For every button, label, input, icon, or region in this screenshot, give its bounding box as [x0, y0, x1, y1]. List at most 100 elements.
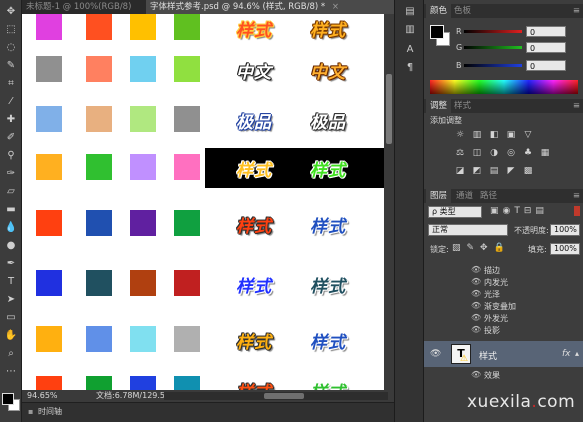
tab-swatches[interactable]: 色板: [450, 4, 475, 18]
layer-effect-item[interactable]: 外发光: [484, 313, 508, 324]
panel-menu-icon[interactable]: ≡: [573, 4, 580, 18]
adjustment-icon[interactable]: ◪: [454, 166, 466, 176]
hand-tool-icon[interactable]: ✋: [3, 328, 19, 342]
tab-styles[interactable]: 样式: [450, 99, 475, 113]
tab-paths[interactable]: 路径: [476, 189, 501, 203]
layer-effect-item[interactable]: 描边: [484, 265, 500, 276]
layer-effect-item[interactable]: 投影: [484, 325, 500, 336]
channel-b-slider[interactable]: [464, 64, 522, 67]
visibility-eye-icon[interactable]: 👁: [471, 370, 481, 379]
history-brush-tool-icon[interactable]: ✑: [3, 166, 19, 180]
adjustment-icon[interactable]: ▣: [505, 130, 517, 140]
adjustment-icon[interactable]: ◎: [505, 148, 517, 158]
blur-tool-icon[interactable]: 💧: [3, 220, 19, 234]
color-swatch: [174, 154, 200, 180]
layer-filter-icons[interactable]: ▣◉T⊟▤: [490, 206, 548, 216]
tab-adjustments[interactable]: 调整: [426, 99, 452, 113]
crop-tool-icon[interactable]: ⌗: [3, 76, 19, 90]
dodge-tool-icon[interactable]: ●: [3, 238, 19, 252]
panel-menu-icon[interactable]: ≡: [573, 189, 580, 203]
adjustment-icon[interactable]: ⚖: [454, 148, 466, 158]
adjustment-icon[interactable]: ▽: [522, 130, 534, 140]
channel-g-slider[interactable]: [464, 46, 522, 49]
layer-row-selected[interactable]: 👁 T ⚠ 样式 fx ▴: [424, 341, 583, 367]
quick-select-tool-icon[interactable]: ✎: [3, 58, 19, 72]
pen-tool-icon[interactable]: ✒: [3, 256, 19, 270]
type-tool-icon[interactable]: T: [3, 274, 19, 288]
shape-tool-icon[interactable]: ▭: [3, 310, 19, 324]
lasso-tool-icon[interactable]: ◌: [3, 40, 19, 54]
tab-font-style-reference[interactable]: 字体样式参考.psd @ 94.6% (样式, RGB/8) * ×: [146, 0, 394, 14]
layer-effect-item[interactable]: 内发光: [484, 277, 508, 288]
visibility-eye-icon[interactable]: 👁: [471, 265, 481, 274]
tab-channels[interactable]: 通道: [452, 189, 477, 203]
adjustment-icon[interactable]: ▦: [539, 148, 551, 158]
filter-toggle[interactable]: [574, 206, 580, 216]
chevron-up-icon[interactable]: ▴: [575, 349, 579, 358]
visibility-eye-icon[interactable]: 👁: [471, 325, 481, 334]
document-canvas[interactable]: 样式样式中文中文极品极品样式样式样式样式样式样式样式样式样式样式: [22, 14, 384, 390]
clone-stamp-tool-icon[interactable]: ⚲: [3, 148, 19, 162]
gradient-tool-icon[interactable]: ▬: [3, 202, 19, 216]
tab-untitled[interactable]: 未标题-1 @ 100%(RGB/8): [22, 0, 144, 14]
channel-g-value[interactable]: 0: [526, 42, 566, 53]
eyedropper-tool-icon[interactable]: ⁄: [3, 94, 19, 108]
visibility-eye-icon[interactable]: 👁: [471, 277, 481, 286]
color-swatch: [130, 56, 156, 82]
scroll-thumb[interactable]: [264, 393, 304, 399]
move-tool-icon[interactable]: ✥: [3, 4, 19, 18]
healing-brush-tool-icon[interactable]: ✚: [3, 112, 19, 126]
color-swatch: [174, 210, 200, 236]
blend-mode-select[interactable]: 正常: [428, 224, 508, 236]
history-panel-icon[interactable]: ▤: [402, 6, 418, 20]
adjustment-icon[interactable]: ◑: [488, 148, 500, 158]
foreground-color-swatch[interactable]: [2, 393, 14, 405]
close-icon[interactable]: ×: [332, 2, 339, 12]
visibility-eye-icon[interactable]: 👁: [471, 313, 481, 322]
vertical-scrollbar[interactable]: [384, 14, 394, 390]
visibility-eye-icon[interactable]: 👁: [430, 349, 441, 359]
adjustment-icon[interactable]: ◧: [488, 130, 500, 140]
scroll-thumb[interactable]: [386, 74, 392, 144]
channel-r-value[interactable]: 0: [526, 26, 566, 37]
adjustment-icon[interactable]: ♣: [522, 148, 534, 158]
channel-b-value[interactable]: 0: [526, 60, 566, 71]
tab-color[interactable]: 颜色: [426, 4, 452, 18]
adjustment-icon[interactable]: ▥: [471, 130, 483, 140]
paragraph-panel-icon[interactable]: ¶: [402, 62, 418, 76]
layer-filter-select[interactable]: ρ 类型: [428, 206, 482, 218]
marquee-tool-icon[interactable]: ⬚: [3, 22, 19, 36]
adjustment-icon[interactable]: ◫: [471, 148, 483, 158]
character-panel-icon[interactable]: A: [402, 44, 418, 58]
fill-field[interactable]: 100%: [550, 243, 580, 255]
timeline-label: 时间轴: [38, 407, 62, 416]
timeline-handle-icon: ▪: [28, 407, 34, 416]
lock-icons[interactable]: ▧✎✥🔒: [452, 243, 511, 253]
timeline-bar[interactable]: ▪ 时间轴: [22, 402, 394, 422]
properties-panel-icon[interactable]: ▥: [402, 24, 418, 38]
horizontal-scrollbar[interactable]: [164, 392, 388, 400]
zoom-level[interactable]: 94.65%: [27, 390, 58, 402]
adjustment-icon[interactable]: ◤: [505, 166, 517, 176]
channel-r-slider[interactable]: [464, 30, 522, 33]
visibility-eye-icon[interactable]: 👁: [471, 289, 481, 298]
eraser-tool-icon[interactable]: ▱: [3, 184, 19, 198]
path-select-tool-icon[interactable]: ➤: [3, 292, 19, 306]
adjustment-icon[interactable]: ☼: [454, 130, 466, 140]
panel-menu-icon[interactable]: ≡: [573, 99, 580, 113]
more-tools-icon[interactable]: ⋯: [3, 364, 19, 378]
foreground-color-swatch[interactable]: [430, 25, 444, 39]
adjustment-icon[interactable]: ◩: [471, 166, 483, 176]
color-swatch: [130, 270, 156, 296]
adjustment-icon[interactable]: ▩: [522, 166, 534, 176]
zoom-tool-icon[interactable]: ⌕: [3, 346, 19, 360]
visibility-eye-icon[interactable]: 👁: [471, 301, 481, 310]
layer-name[interactable]: 样式: [479, 349, 497, 362]
adjustment-icon[interactable]: ▤: [488, 166, 500, 176]
layer-effect-item[interactable]: 光泽: [484, 289, 500, 300]
tab-layers[interactable]: 图层: [426, 189, 452, 203]
opacity-field[interactable]: 100%: [550, 224, 580, 236]
brush-tool-icon[interactable]: ✐: [3, 130, 19, 144]
fx-icon[interactable]: fx: [562, 349, 571, 359]
layer-effect-item[interactable]: 渐变叠加: [484, 301, 516, 312]
